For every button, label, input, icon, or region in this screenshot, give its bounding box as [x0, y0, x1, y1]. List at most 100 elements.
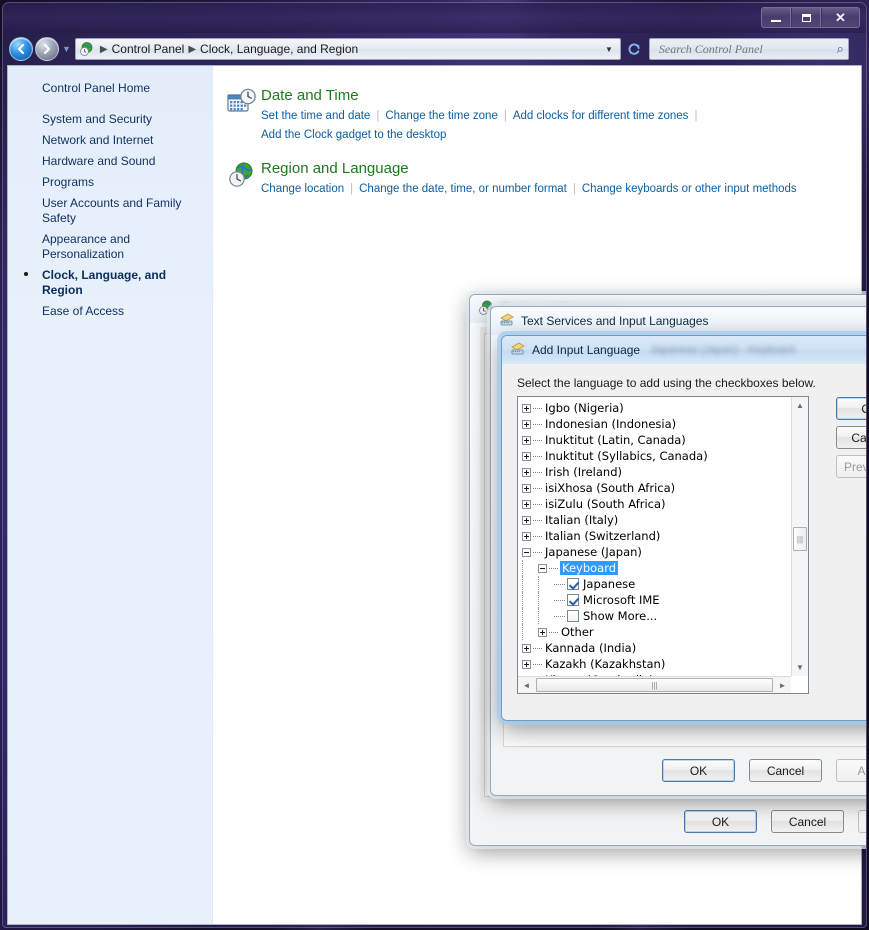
- close-button[interactable]: ✕: [822, 8, 859, 27]
- language-checkbox[interactable]: [567, 578, 579, 590]
- language-tree-row[interactable]: Microsoft IME: [522, 592, 788, 608]
- sidebar-item-network-and-internet[interactable]: Network and Internet: [8, 130, 212, 151]
- link-change-location[interactable]: Change location: [261, 183, 344, 195]
- text-services-ok-button[interactable]: OK: [662, 759, 735, 782]
- link-set-the-time-and-date[interactable]: Set the time and date: [261, 110, 370, 122]
- language-tree-row[interactable]: Other: [522, 624, 788, 640]
- add-language-cancel-button[interactable]: Cancel: [836, 426, 866, 449]
- link-change-the-time-zone[interactable]: Change the time zone: [385, 110, 498, 122]
- expand-icon[interactable]: [522, 483, 531, 493]
- search-box[interactable]: ⌕: [648, 38, 849, 60]
- link-change-the-date-time-or-number-format[interactable]: Change the date, time, or number format: [359, 183, 567, 195]
- address-bar[interactable]: ▶ Control Panel ▶ Clock, Language, and R…: [74, 38, 621, 60]
- language-tree-label[interactable]: Irish (Ireland): [544, 465, 622, 479]
- language-tree-label[interactable]: Show More...: [582, 609, 657, 623]
- search-input[interactable]: [656, 40, 837, 58]
- language-tree-row[interactable]: Irish (Ireland): [522, 464, 788, 480]
- expand-icon[interactable]: [522, 403, 531, 413]
- language-checkbox[interactable]: [567, 610, 579, 622]
- language-tree-label[interactable]: Igbo (Nigeria): [544, 401, 624, 415]
- language-tree-row[interactable]: Kazakh (Kazakhstan): [522, 656, 788, 672]
- scroll-up-button[interactable]: ▲: [792, 397, 808, 414]
- language-tree-label[interactable]: Kannada (India): [544, 641, 636, 655]
- language-listbox[interactable]: Igbo (Nigeria) Indonesian (Indonesia) Inuk…: [517, 396, 809, 694]
- refresh-button[interactable]: [624, 38, 646, 60]
- link-add-clocks-for-different-time-zones[interactable]: Add clocks for different time zones: [513, 110, 689, 122]
- expand-icon[interactable]: [538, 627, 547, 637]
- language-tree-label[interactable]: Inuktitut (Syllabics, Canada): [544, 449, 708, 463]
- sidebar-item-appearance-and-personalization[interactable]: Appearance and Personalization: [8, 229, 212, 265]
- expand-icon[interactable]: [522, 467, 531, 477]
- add-language-ok-button[interactable]: OK: [836, 397, 866, 420]
- scroll-left-button[interactable]: ◄: [518, 681, 535, 690]
- expand-icon[interactable]: [522, 451, 531, 461]
- expand-icon[interactable]: [522, 499, 531, 509]
- sidebar-item-control-panel-home[interactable]: Control Panel Home: [8, 78, 212, 99]
- region-cancel-button[interactable]: Cancel: [771, 810, 844, 833]
- sidebar-item-programs[interactable]: Programs: [8, 172, 212, 193]
- expand-icon[interactable]: [522, 515, 531, 525]
- text-services-cancel-button[interactable]: Cancel: [749, 759, 822, 782]
- expand-icon[interactable]: [522, 419, 531, 429]
- language-tree-row[interactable]: Keyboard: [522, 560, 788, 576]
- expand-icon[interactable]: [522, 659, 531, 669]
- horizontal-scrollbar-thumb[interactable]: |||: [536, 678, 773, 692]
- language-tree-row[interactable]: Italian (Switzerland): [522, 528, 788, 544]
- language-tree-label[interactable]: Japanese (Japan): [544, 545, 642, 559]
- scroll-down-button[interactable]: ▼: [792, 659, 808, 676]
- section-title-region-and-language[interactable]: Region and Language: [261, 159, 861, 179]
- language-tree-label[interactable]: Microsoft IME: [582, 593, 660, 607]
- sidebar-item-system-and-security[interactable]: System and Security: [8, 109, 212, 130]
- language-tree-label[interactable]: Japanese: [582, 577, 635, 591]
- language-tree-label[interactable]: Italian (Switzerland): [544, 529, 660, 543]
- collapse-icon[interactable]: [538, 563, 547, 573]
- minimize-button[interactable]: [762, 8, 791, 27]
- breadcrumb-control-panel[interactable]: Control Panel: [110, 42, 187, 56]
- sidebar-item-ease-of-access[interactable]: Ease of Access: [8, 301, 212, 322]
- breadcrumb-clock-language-region[interactable]: Clock, Language, and Region: [198, 42, 360, 56]
- forward-button[interactable]: [35, 37, 59, 61]
- collapse-icon[interactable]: [522, 547, 531, 557]
- sidebar-item-clock-language-and-region[interactable]: Clock, Language, and Region: [8, 265, 212, 301]
- language-horizontal-scrollbar[interactable]: ◄ ||| ►: [518, 676, 791, 693]
- sidebar-item-user-accounts-and-family-safety[interactable]: User Accounts and Family Safety: [8, 193, 212, 229]
- language-tree-row[interactable]: Indonesian (Indonesia): [522, 416, 788, 432]
- language-tree-label[interactable]: Kazakh (Kazakhstan): [544, 657, 665, 671]
- vertical-scrollbar-thumb[interactable]: |||: [793, 527, 807, 551]
- language-tree: Igbo (Nigeria) Indonesian (Indonesia) Inuk…: [518, 397, 788, 677]
- language-tree-label[interactable]: Keyboard: [560, 561, 619, 575]
- language-tree-row[interactable]: Japanese (Japan): [522, 544, 788, 560]
- language-tree-label[interactable]: Italian (Italy): [544, 513, 618, 527]
- language-tree-row[interactable]: Igbo (Nigeria): [522, 400, 788, 416]
- scroll-right-button[interactable]: ►: [774, 681, 791, 690]
- sidebar-item-hardware-and-sound[interactable]: Hardware and Sound: [8, 151, 212, 172]
- language-tree-row[interactable]: isiZulu (South Africa): [522, 496, 788, 512]
- language-tree-row[interactable]: Show More...: [522, 608, 788, 624]
- recent-pages-dropdown[interactable]: ▼: [62, 44, 71, 54]
- language-tree-label[interactable]: Indonesian (Indonesia): [544, 417, 676, 431]
- language-vertical-scrollbar[interactable]: ▲ ||| ▼: [791, 397, 808, 676]
- language-tree-row[interactable]: Kannada (India): [522, 640, 788, 656]
- language-tree-row[interactable]: Inuktitut (Syllabics, Canada): [522, 448, 788, 464]
- language-tree-label[interactable]: Inuktitut (Latin, Canada): [544, 433, 686, 447]
- language-tree-row[interactable]: Italian (Italy): [522, 512, 788, 528]
- expand-icon[interactable]: [522, 531, 531, 541]
- link-add-the-clock-gadget-to-the-desktop[interactable]: Add the Clock gadget to the desktop: [261, 129, 446, 141]
- add-input-language-body: Select the language to add using the che…: [502, 364, 866, 720]
- navigation-bar: ▼ ▶ Control Panel ▶ Clock, Language, and…: [3, 33, 866, 65]
- language-tree-label[interactable]: isiZulu (South Africa): [544, 497, 666, 511]
- expand-icon[interactable]: [522, 435, 531, 445]
- section-title-date-and-time[interactable]: Date and Time: [261, 86, 861, 106]
- language-tree-row[interactable]: isiXhosa (South Africa): [522, 480, 788, 496]
- back-button[interactable]: [9, 37, 33, 61]
- maximize-button[interactable]: [792, 8, 821, 27]
- language-tree-label[interactable]: isiXhosa (South Africa): [544, 481, 675, 495]
- link-change-keyboards-or-other-input-methods[interactable]: Change keyboards or other input methods: [582, 183, 797, 195]
- expand-icon[interactable]: [522, 643, 531, 653]
- language-tree-row[interactable]: Japanese: [522, 576, 788, 592]
- address-dropdown-icon[interactable]: ▼: [600, 45, 618, 54]
- language-tree-label[interactable]: Other: [560, 625, 594, 639]
- region-ok-button[interactable]: OK: [684, 810, 757, 833]
- language-tree-row[interactable]: Inuktitut (Latin, Canada): [522, 432, 788, 448]
- language-checkbox[interactable]: [567, 594, 579, 606]
